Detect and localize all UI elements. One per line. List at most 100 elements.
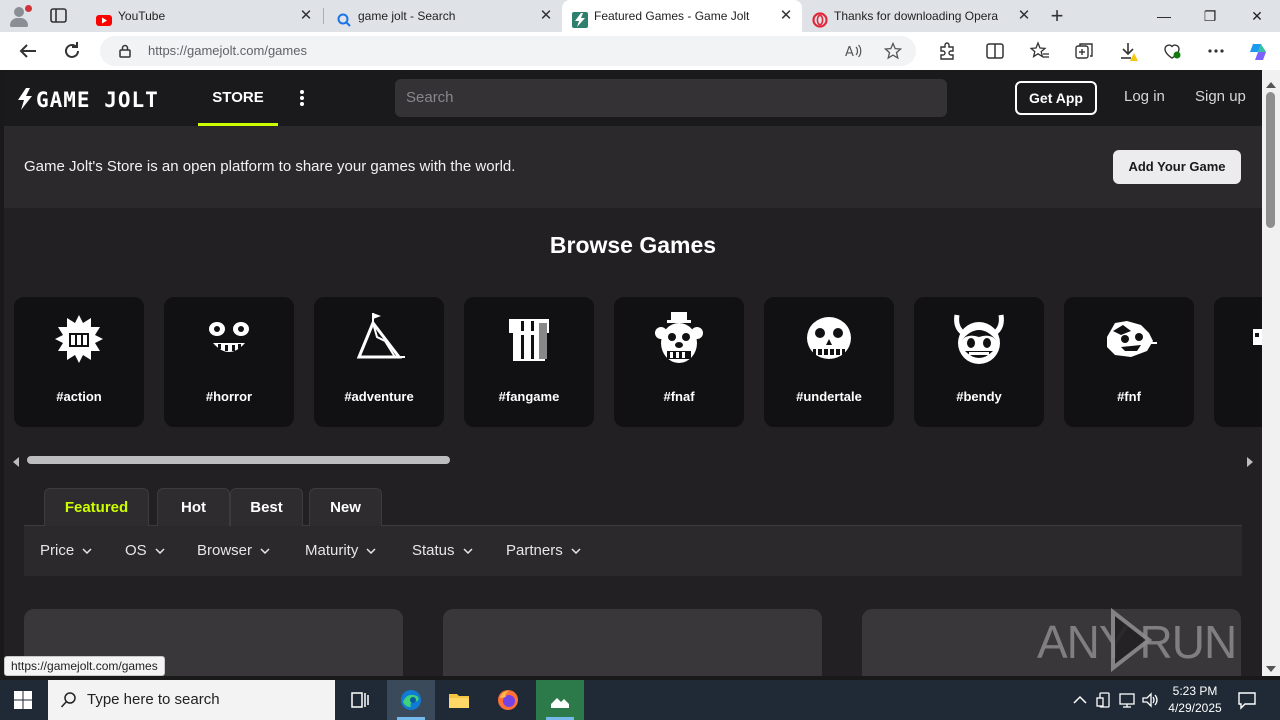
filter-partners[interactable]: Partners [506, 526, 581, 576]
browser-tab-opera[interactable]: Thanks for downloading Opera ✕ [802, 0, 1040, 32]
close-tab-icon[interactable]: ✕ [538, 8, 554, 24]
tab-best[interactable]: Best [230, 488, 303, 526]
tag-card-fnf[interactable]: #fnf [1064, 297, 1194, 427]
downloads-icon[interactable] [1118, 41, 1138, 61]
favorite-star-icon[interactable] [883, 41, 903, 60]
scroll-right-arrow-icon[interactable] [1246, 454, 1254, 467]
signup-link[interactable]: Sign up [1195, 88, 1246, 105]
browse-games-heading: Browse Games [549, 232, 717, 258]
browser-tab-strip: YouTube ✕ game jolt - Search ✕ Featured … [0, 0, 1280, 32]
new-tab-button[interactable]: + [1046, 5, 1068, 27]
notifications-icon[interactable] [1236, 690, 1258, 710]
get-app-button[interactable]: Get App [1015, 81, 1097, 115]
tab-title: Featured Games - Game Jolt [594, 9, 750, 23]
taskbar-search-box[interactable]: Type here to search [48, 680, 335, 720]
close-tab-icon[interactable]: ✕ [298, 8, 314, 24]
browser-tab-gamejolt[interactable]: Featured Games - Game Jolt ✕ [562, 0, 802, 32]
file-explorer-icon[interactable] [435, 680, 483, 720]
logo-text: GAME JOLT [36, 88, 159, 110]
chevron-down-icon [571, 548, 581, 555]
scroll-left-arrow-icon[interactable] [12, 454, 20, 467]
profile-avatar-icon[interactable] [8, 4, 32, 28]
copilot-icon[interactable] [1247, 41, 1267, 61]
site-header: GAME JOLT STORE Search Get App Log in Si… [4, 70, 1262, 126]
tag-card-bendy[interactable]: #bendy [914, 297, 1044, 427]
url-text[interactable]: https://gamejolt.com/games [148, 36, 307, 66]
game-card-placeholder[interactable] [443, 609, 822, 676]
store-banner: Game Jolt's Store is an open platform to… [4, 126, 1262, 208]
filter-label: Partners [506, 542, 563, 559]
collections-icon[interactable] [1074, 41, 1094, 61]
scroll-up-arrow-icon[interactable] [1266, 76, 1276, 88]
bendy-icon [951, 311, 1007, 367]
tag-card-fnaf[interactable]: #fnaf [614, 297, 744, 427]
tag-label: #bendy [956, 389, 1002, 404]
link-status-tooltip: https://gamejolt.com/games [4, 656, 165, 676]
gamejolt-logo[interactable]: GAME JOLT [18, 88, 184, 112]
lock-icon[interactable] [118, 44, 132, 58]
horror-icon [201, 311, 257, 367]
tag-icon [1251, 311, 1262, 367]
show-hidden-icons-chevron-icon[interactable] [1070, 690, 1090, 710]
refresh-icon[interactable] [60, 39, 84, 63]
favorites-icon[interactable] [1029, 41, 1050, 61]
filter-status[interactable]: Status [412, 526, 473, 576]
browser-essentials-icon[interactable] [1162, 41, 1182, 61]
browser-tab-youtube[interactable]: YouTube ✕ [86, 0, 322, 32]
site-search-input[interactable]: Search [395, 79, 947, 117]
minimize-icon[interactable]: — [1141, 0, 1187, 32]
horizontal-scrollbar-thumb[interactable] [27, 456, 450, 464]
volume-icon[interactable] [1140, 690, 1160, 710]
chevron-down-icon [260, 548, 270, 555]
feed-tabs: Featured Hot Best New [24, 488, 1242, 526]
app-taskbar-icon[interactable] [536, 680, 584, 720]
filter-os[interactable]: OS [125, 526, 165, 576]
device-tray-icon[interactable] [1094, 690, 1114, 710]
close-tab-icon[interactable]: ✕ [778, 8, 794, 24]
back-arrow-icon[interactable] [16, 39, 40, 63]
tag-card-fangame[interactable]: #fangame [464, 297, 594, 427]
windows-start-icon[interactable] [14, 691, 32, 709]
taskbar-search-placeholder: Type here to search [87, 691, 220, 708]
vertical-scrollbar[interactable] [1262, 70, 1280, 676]
tag-card-partial[interactable] [1214, 297, 1262, 427]
browser-tab-search[interactable]: game jolt - Search ✕ [326, 0, 562, 32]
restore-icon[interactable]: ❐ [1187, 0, 1233, 32]
tag-carousel[interactable]: #action #horror #adventure #fangame #fna… [14, 297, 1262, 427]
system-clock[interactable]: 5:23 PM 4/29/2025 [1166, 683, 1224, 717]
filter-maturity[interactable]: Maturity [305, 526, 376, 576]
tab-actions-icon[interactable] [48, 6, 70, 26]
tag-card-action[interactable]: #action [14, 297, 144, 427]
filter-price[interactable]: Price [40, 526, 92, 576]
scroll-down-arrow-icon[interactable] [1266, 660, 1276, 672]
add-your-game-button[interactable]: Add Your Game [1113, 150, 1241, 184]
read-aloud-icon[interactable]: A [844, 42, 862, 60]
kebab-menu-icon[interactable] [294, 86, 310, 110]
tag-label: #fnf [1117, 389, 1141, 404]
split-screen-icon[interactable] [985, 41, 1005, 61]
tab-featured[interactable]: Featured [44, 488, 149, 526]
tag-label: #action [56, 389, 102, 404]
vertical-scrollbar-thumb[interactable] [1266, 92, 1275, 228]
network-icon[interactable] [1117, 690, 1137, 710]
close-tab-icon[interactable]: ✕ [1016, 8, 1032, 24]
address-bar[interactable]: https://gamejolt.com/games A [100, 36, 916, 66]
filter-label: OS [125, 542, 147, 559]
close-window-icon[interactable]: ✕ [1234, 0, 1280, 32]
extensions-icon[interactable] [937, 41, 957, 61]
tag-card-adventure[interactable]: #adventure [314, 297, 444, 427]
task-view-icon[interactable] [336, 680, 384, 720]
tag-card-horror[interactable]: #horror [164, 297, 294, 427]
filter-browser[interactable]: Browser [197, 526, 270, 576]
fnf-icon [1101, 311, 1157, 367]
tab-hot[interactable]: Hot [157, 488, 230, 526]
nav-store-tab[interactable]: STORE [198, 70, 278, 126]
search-icon [60, 691, 78, 709]
firefox-icon[interactable] [484, 680, 532, 720]
action-icon [51, 311, 107, 367]
edge-taskbar-icon[interactable] [387, 680, 435, 720]
tag-card-undertale[interactable]: #undertale [764, 297, 894, 427]
more-options-icon[interactable] [1206, 41, 1226, 61]
login-link[interactable]: Log in [1124, 88, 1165, 105]
tab-new[interactable]: New [309, 488, 382, 526]
